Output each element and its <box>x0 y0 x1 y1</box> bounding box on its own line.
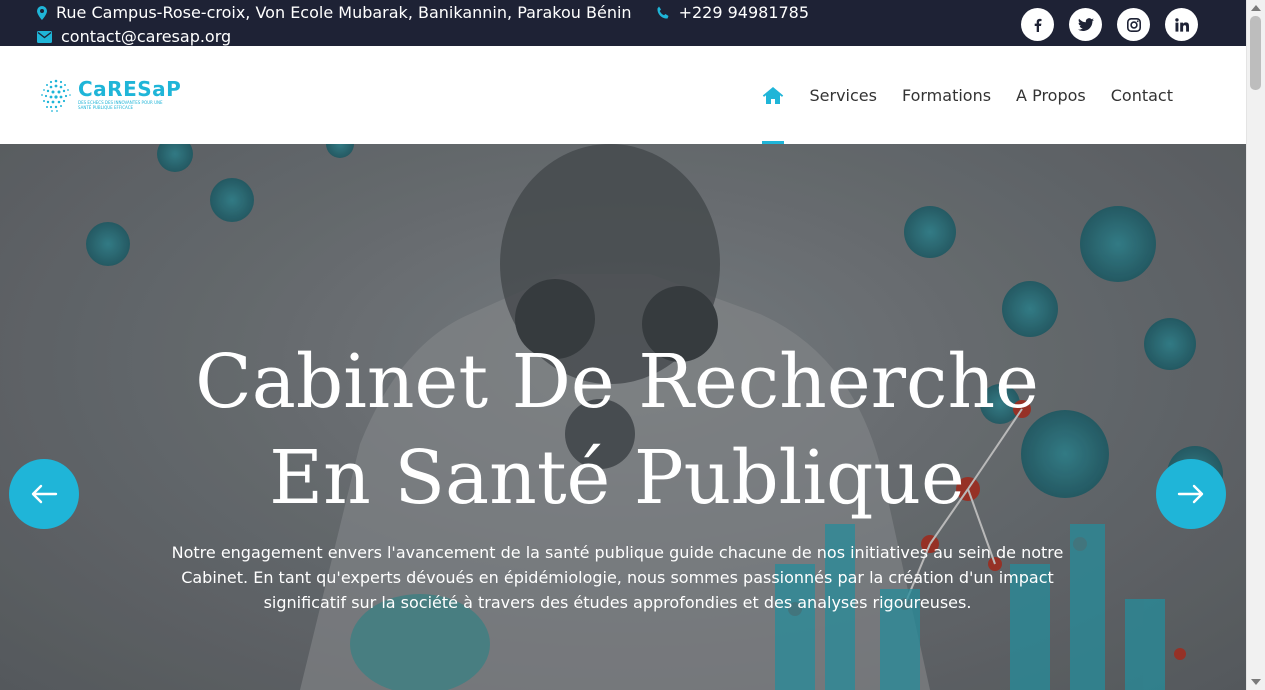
nav-item-a-propos[interactable]: A Propos <box>1016 86 1086 105</box>
logo-tagline: DES ECHECS DES INNOVANTES POUR UNE SANTÉ… <box>78 100 163 110</box>
scroll-down-arrow-icon[interactable] <box>1251 679 1261 685</box>
envelope-icon <box>37 30 52 43</box>
site-logo[interactable]: CaRESaP DES ECHECS DES INNOVANTES POUR U… <box>38 73 181 115</box>
facebook-icon[interactable] <box>1021 8 1054 41</box>
nav-item-formations[interactable]: Formations <box>902 86 991 105</box>
linkedin-icon[interactable] <box>1165 8 1198 41</box>
phone-icon <box>656 6 670 20</box>
slider-next-button[interactable] <box>1156 459 1226 529</box>
social-links <box>1021 8 1198 41</box>
phone-group[interactable]: +229 94981785 <box>656 3 809 22</box>
page-scrollbar[interactable] <box>1246 0 1265 690</box>
top-info-bar: Rue Campus-Rose-croix, Von Ecole Mubarak… <box>0 0 1246 46</box>
slider-prev-button[interactable] <box>9 459 79 529</box>
main-nav: Services Formations A Propos Contact <box>761 46 1173 144</box>
hero-title-line1: Cabinet De Recherche <box>195 339 1039 425</box>
logo-brand-text: CaRESaP <box>78 77 182 101</box>
home-icon <box>763 86 784 104</box>
nav-home[interactable] <box>761 46 785 144</box>
email-text: contact@caresap.org <box>61 27 232 46</box>
arrow-left-icon <box>31 484 58 504</box>
hero-title: Cabinet De Recherche En Santé Publique <box>0 334 1234 526</box>
instagram-icon[interactable] <box>1117 8 1150 41</box>
site-header: CaRESaP DES ECHECS DES INNOVANTES POUR U… <box>0 46 1246 144</box>
contact-line-email[interactable]: contact@caresap.org <box>37 27 231 46</box>
address-text: Rue Campus-Rose-croix, Von Ecole Mubarak… <box>56 3 632 22</box>
logo-globe-icon <box>41 79 71 112</box>
hero-title-line2: En Santé Publique <box>269 435 965 521</box>
hero-description: Notre engagement envers l'avancement de … <box>171 543 1064 612</box>
twitter-icon[interactable] <box>1069 8 1102 41</box>
nav-item-contact[interactable]: Contact <box>1111 86 1173 105</box>
location-pin-icon <box>37 5 47 20</box>
nav-item-services[interactable]: Services <box>809 86 876 105</box>
phone-text: +229 94981785 <box>678 3 810 22</box>
hero-slider: Cabinet De Recherche En Santé Publique N… <box>0 144 1246 690</box>
scrollbar-thumb[interactable] <box>1250 16 1261 90</box>
scroll-up-arrow-icon[interactable] <box>1251 5 1261 11</box>
contact-line-address: Rue Campus-Rose-croix, Von Ecole Mubarak… <box>37 3 809 22</box>
arrow-right-icon <box>1177 484 1204 504</box>
